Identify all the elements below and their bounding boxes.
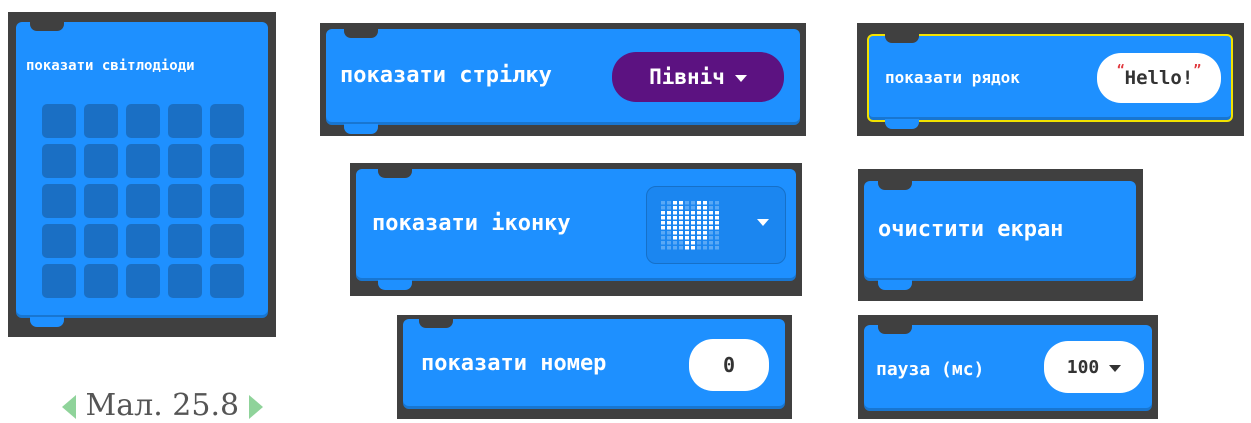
led-cell[interactable] (168, 264, 202, 298)
clear-screen-block[interactable]: очистити екран (864, 181, 1136, 290)
led-cell[interactable] (168, 184, 202, 218)
led-cell[interactable] (126, 144, 160, 178)
chevron-down-icon (757, 219, 769, 226)
led-cell[interactable] (84, 184, 118, 218)
caption-right-arrow-icon (248, 395, 263, 419)
led-cell[interactable] (84, 264, 118, 298)
number-value: 0 (722, 353, 736, 377)
number-input[interactable]: 0 (689, 339, 769, 391)
show-number-block[interactable]: показати номер 0 (403, 319, 785, 409)
chevron-down-icon (734, 74, 747, 82)
chevron-down-icon (1109, 364, 1122, 372)
clear-screen-label: очистити екран (878, 217, 1064, 242)
arrow-direction-value: Північ (649, 65, 725, 89)
show-arrow-frame: показати стрілку Північ (320, 23, 806, 136)
caption-left-arrow-icon (62, 395, 76, 419)
pause-value: 100 (1066, 356, 1100, 378)
led-cell[interactable] (126, 104, 160, 138)
pause-frame: пауза (мс) 100 (858, 315, 1158, 419)
led-cell[interactable] (42, 184, 76, 218)
led-cell[interactable] (126, 184, 160, 218)
pause-label: пауза (мс) (876, 359, 985, 380)
figure-caption-text: Мал. 25.8 (85, 388, 240, 423)
string-input[interactable]: “ Hello! ” (1097, 53, 1221, 103)
show-string-label: показати рядок (885, 68, 1020, 87)
show-number-frame: показати номер 0 (397, 315, 792, 419)
show-arrow-block[interactable]: показати стрілку Північ (326, 29, 800, 134)
show-icon-frame: показати іконку (350, 163, 802, 296)
heart-icon (661, 201, 719, 250)
icon-dropdown[interactable] (646, 186, 786, 264)
pause-block[interactable]: пауза (мс) 100 (864, 325, 1152, 411)
show-string-block[interactable]: показати рядок “ Hello! ” (867, 34, 1233, 129)
led-cell[interactable] (210, 144, 244, 178)
led-grid[interactable] (42, 104, 254, 299)
show-leds-block[interactable]: показати світлодіоди (16, 22, 268, 327)
show-leds-label: показати світлодіоди (26, 58, 195, 74)
led-cell[interactable] (42, 224, 76, 258)
led-cell[interactable] (84, 224, 118, 258)
led-cell[interactable] (42, 144, 76, 178)
led-cell[interactable] (210, 224, 244, 258)
show-string-frame: показати рядок “ Hello! ” (857, 23, 1244, 136)
string-value: Hello! (1124, 67, 1194, 89)
led-cell[interactable] (126, 264, 160, 298)
pause-duration-dropdown[interactable]: 100 (1044, 341, 1144, 393)
clear-screen-frame: очистити екран (858, 169, 1143, 301)
figure-caption: Мал. 25.8 (62, 388, 263, 423)
led-cell[interactable] (84, 104, 118, 138)
led-cell[interactable] (42, 264, 76, 298)
led-cell[interactable] (84, 144, 118, 178)
show-arrow-label: показати стрілку (340, 63, 552, 88)
led-cell[interactable] (168, 224, 202, 258)
led-cell[interactable] (210, 264, 244, 298)
led-cell[interactable] (210, 184, 244, 218)
show-leds-frame: показати світлодіоди (8, 12, 276, 337)
led-cell[interactable] (126, 224, 160, 258)
led-cell[interactable] (42, 104, 76, 138)
show-icon-block[interactable]: показати іконку (356, 169, 796, 290)
show-icon-label: показати іконку (372, 211, 571, 236)
led-cell[interactable] (168, 104, 202, 138)
arrow-direction-dropdown[interactable]: Північ (612, 52, 784, 102)
show-number-label: показати номер (421, 351, 607, 376)
led-cell[interactable] (168, 144, 202, 178)
led-cell[interactable] (210, 104, 244, 138)
